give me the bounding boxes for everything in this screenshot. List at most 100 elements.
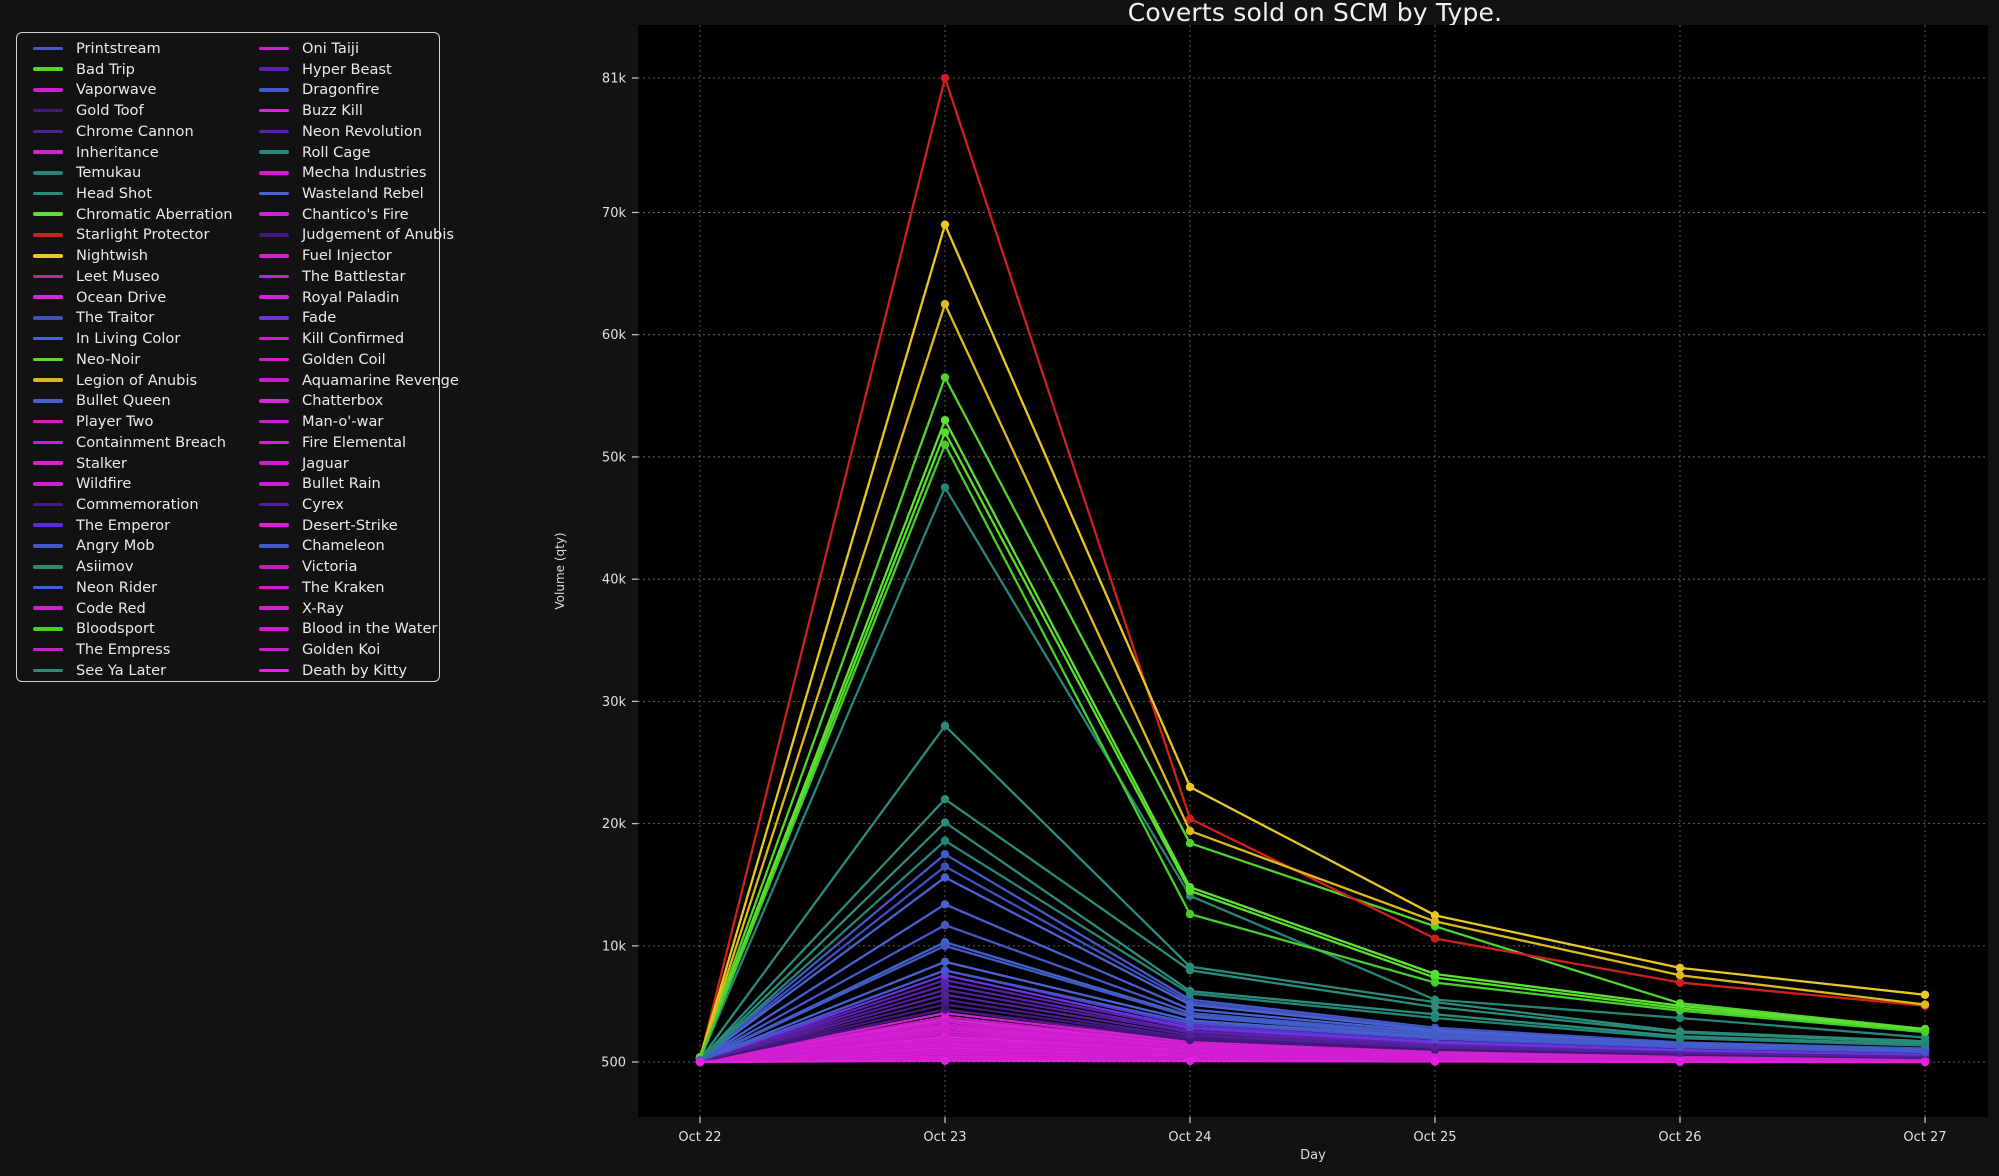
data-point-marker [1431, 1035, 1439, 1043]
legend-item: Temukau [33, 162, 259, 183]
legend-item: Leet Museo [33, 266, 259, 287]
legend-item: Printstream [33, 38, 259, 59]
legend-swatch [259, 565, 289, 569]
x-tick-label: Oct 22 [678, 1130, 721, 1145]
legend-label: Temukau [76, 164, 141, 181]
data-point-marker [1676, 971, 1684, 979]
legend-label: Kill Confirmed [302, 330, 404, 347]
legend-swatch [33, 461, 63, 465]
legend-item: Roll Cage [259, 142, 439, 163]
data-point-marker [941, 74, 949, 82]
legend-label: Vaporwave [76, 81, 156, 98]
legend-item: Bullet Queen [33, 390, 259, 411]
y-tick-label: 50k [602, 450, 627, 465]
legend-label: Ocean Drive [76, 289, 166, 306]
data-point-marker [941, 795, 949, 803]
data-point-marker [941, 966, 949, 974]
legend-item: Chatterbox [259, 390, 439, 411]
legend-label: Jaguar [302, 455, 349, 472]
data-point-marker [1186, 1031, 1194, 1039]
legend-item: Hyper Beast [259, 59, 439, 80]
data-point-marker [1921, 1058, 1929, 1066]
legend-swatch [33, 275, 63, 279]
data-point-marker [941, 837, 949, 845]
legend-swatch [33, 88, 63, 92]
legend-swatch [33, 544, 63, 548]
legend-swatch [259, 254, 289, 258]
legend-label: Bloodsport [76, 620, 155, 637]
figure: Coverts sold on SCM by Type. 50010k20k30… [0, 0, 1999, 1176]
legend-label: Code Red [76, 600, 146, 617]
plot-area [638, 25, 1988, 1117]
legend-label: Desert-Strike [302, 517, 398, 534]
data-point-marker [696, 1058, 704, 1066]
data-point-marker [1676, 964, 1684, 972]
legend-swatch [33, 420, 63, 424]
data-point-marker [1186, 815, 1194, 823]
data-point-marker [1431, 1014, 1439, 1022]
legend-item: Blood in the Water [259, 619, 439, 640]
y-tick-label: 30k [602, 695, 627, 710]
legend-swatch [259, 275, 289, 279]
legend-column-left: PrintstreamBad TripVaporwaveGold ToofChr… [33, 38, 259, 681]
y-tick-label: 60k [602, 328, 627, 343]
legend: PrintstreamBad TripVaporwaveGold ToofChr… [16, 32, 440, 682]
legend-item: Ocean Drive [33, 287, 259, 308]
legend-label: Oni Taiji [302, 40, 359, 57]
legend-swatch [33, 482, 63, 486]
legend-label: Mecha Industries [302, 164, 426, 181]
legend-item: Angry Mob [33, 536, 259, 557]
legend-item: Asiimov [33, 556, 259, 577]
legend-item: Neon Revolution [259, 121, 439, 142]
legend-swatch [259, 67, 289, 71]
legend-label: Leet Museo [76, 268, 160, 285]
data-point-marker [1186, 887, 1194, 895]
data-point-marker [941, 921, 949, 929]
legend-swatch [259, 461, 289, 465]
legend-label: Chatterbox [302, 392, 383, 409]
series-line [700, 1061, 1925, 1062]
legend-label: Wasteland Rebel [302, 185, 424, 202]
legend-swatch [33, 358, 63, 362]
legend-column-right: Oni TaijiHyper BeastDragonfireBuzz KillN… [259, 38, 439, 681]
legend-item: Wildfire [33, 473, 259, 494]
legend-swatch [259, 627, 289, 631]
data-point-marker [1186, 1057, 1194, 1065]
legend-item: Vaporwave [33, 79, 259, 100]
legend-swatch [259, 192, 289, 196]
data-point-marker [1186, 966, 1194, 974]
data-point-marker [1921, 1000, 1929, 1008]
data-point-marker [1921, 1048, 1929, 1056]
legend-swatch [33, 316, 63, 320]
legend-swatch [33, 669, 63, 673]
legend-swatch [33, 378, 63, 382]
legend-item: Bad Trip [33, 59, 259, 80]
legend-item: Wasteland Rebel [259, 183, 439, 204]
legend-swatch [33, 565, 63, 569]
legend-item: The Emperor [33, 515, 259, 536]
legend-label: X-Ray [302, 600, 344, 617]
data-point-marker [941, 1057, 949, 1065]
legend-swatch [259, 648, 289, 652]
legend-label: Chameleon [302, 537, 385, 554]
legend-label: Royal Paladin [302, 289, 399, 306]
legend-swatch [259, 212, 289, 216]
legend-label: Gold Toof [76, 102, 144, 119]
legend-item: Jaguar [259, 453, 439, 474]
legend-swatch [259, 523, 289, 527]
data-point-marker [1676, 1014, 1684, 1022]
data-point-marker [1186, 839, 1194, 847]
legend-swatch [33, 295, 63, 299]
legend-label: Neon Revolution [302, 123, 422, 140]
data-point-marker [1186, 989, 1194, 997]
legend-label: Chantico's Fire [302, 206, 409, 223]
legend-item: Oni Taiji [259, 38, 439, 59]
legend-item: Bullet Rain [259, 473, 439, 494]
legend-label: Death by Kitty [302, 662, 407, 679]
data-point-marker [941, 862, 949, 870]
legend-label: Inheritance [76, 144, 159, 161]
legend-swatch [33, 399, 63, 403]
legend-label: In Living Color [76, 330, 180, 347]
data-point-marker [941, 220, 949, 228]
data-point-marker [1431, 934, 1439, 942]
